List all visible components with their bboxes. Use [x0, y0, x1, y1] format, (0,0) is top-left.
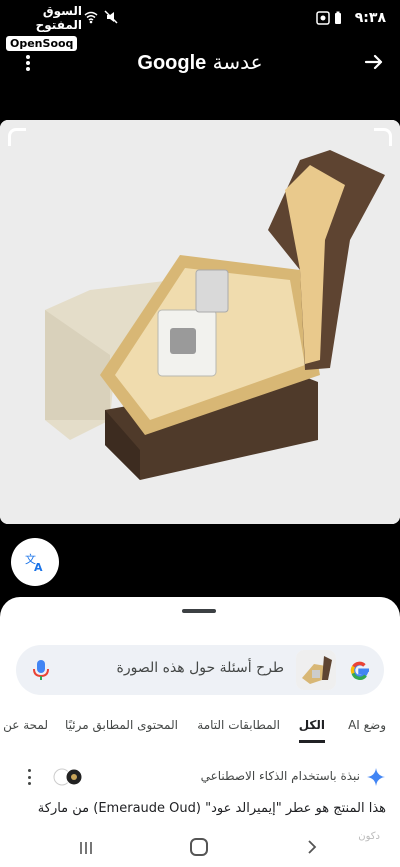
home-icon[interactable] [190, 838, 208, 856]
svg-text:A: A [34, 561, 43, 573]
back-icon[interactable] [304, 839, 320, 855]
status-bar: السوق المفتوح OpenSooq ٩:٣٨ [0, 0, 400, 51]
tab-all[interactable]: الكل [298, 711, 325, 743]
tab-exact-matches[interactable]: المطابقات التامة [197, 711, 280, 743]
battery-icon [335, 11, 341, 24]
watermark-arabic: السوق المفتوح [35, 4, 82, 32]
translate-button[interactable]: 文 A [11, 538, 59, 586]
tab-about[interactable]: لمحة عن [3, 711, 48, 743]
translate-icon: 文 A [25, 552, 43, 573]
results-sheet: طرح أسئلة حول هذه الصورة وضع AI الكل الم… [0, 597, 400, 867]
search-input[interactable]: طرح أسئلة حول هذه الصورة [117, 660, 284, 676]
perfume-box-image [0, 120, 400, 524]
sparkle-icon [367, 768, 385, 786]
app-title: Google عدسة [0, 50, 400, 75]
status-left-icons [84, 10, 118, 24]
lens-image[interactable] [0, 120, 400, 524]
tab-visual-matches[interactable]: المحتوى المطابق مرئيًا [65, 711, 178, 743]
mic-icon[interactable] [28, 657, 54, 683]
status-right-icons [316, 11, 342, 25]
app-title-suffix: عدسة [212, 50, 263, 74]
filter-tabs: وضع AI الكل المطابقات التامة المحتوى الم… [0, 711, 400, 745]
arrow-forward-icon[interactable] [362, 50, 386, 74]
faded-label: دكون [358, 831, 380, 842]
system-nav-bar: دكون [0, 829, 400, 867]
drag-handle[interactable] [182, 609, 216, 613]
ai-overview-menu-icon[interactable] [22, 769, 36, 785]
tab-ai-mode[interactable]: وضع AI [348, 711, 386, 743]
source-avatars-icon[interactable] [52, 767, 86, 787]
google-g-icon [350, 661, 369, 681]
app-bar: Google عدسة [0, 44, 400, 84]
ai-overview-header: نبذة باستخدام الذكاء الاصطناعي [0, 767, 400, 789]
ai-overview-label: نبذة باستخدام الذكاء الاصطناعي [200, 769, 360, 783]
ai-overview-snippet: هذا المنتج هو عطر "إيميرالد عود" (Emerau… [37, 801, 386, 816]
mute-icon [104, 10, 118, 24]
recents-icon[interactable] [78, 840, 94, 856]
screen-record-icon [316, 11, 330, 25]
image-thumbnail[interactable] [296, 650, 336, 690]
search-bar[interactable]: طرح أسئلة حول هذه الصورة [16, 645, 384, 695]
wifi-icon [84, 11, 98, 24]
app-title-brand: Google [137, 52, 207, 74]
thumbnail-image [296, 650, 336, 690]
status-time: ٩:٣٨ [354, 10, 386, 26]
